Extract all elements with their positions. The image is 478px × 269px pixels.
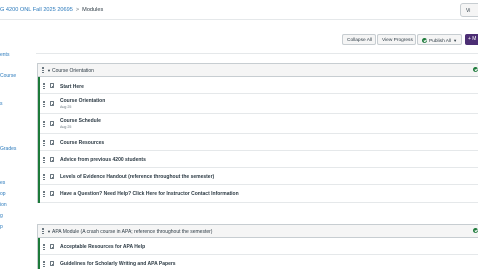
drag-handle-icon[interactable] <box>43 83 45 89</box>
view-as-button[interactable]: Vi <box>460 3 478 17</box>
caret-down-icon[interactable]: ▼ <box>47 229 51 234</box>
module-header[interactable]: ▼ Course Orientation <box>38 64 478 77</box>
module-item[interactable]: Acceptable Resources for APA Help <box>40 238 478 255</box>
nav-item-grades[interactable]: Grades <box>0 146 16 152</box>
nav-item-ion[interactable]: ion <box>0 202 7 208</box>
drag-handle-icon[interactable] <box>42 67 44 73</box>
publish-all-label: Publish All <box>429 39 452 44</box>
nav-item-op[interactable]: op <box>0 191 6 197</box>
caret-down-icon[interactable]: ▼ <box>47 68 51 73</box>
page-icon <box>50 101 54 106</box>
drag-handle-icon[interactable] <box>43 261 45 267</box>
view-progress-label: View Progress <box>382 38 413 43</box>
nav-item-p[interactable]: p <box>0 224 3 230</box>
module-items: Start Here Course Orientation Aug 25 Cou… <box>38 77 478 203</box>
module-item-title[interactable]: Levels of Evidence Handout (reference th… <box>60 174 214 180</box>
module-item-date: Aug 25 <box>60 105 72 109</box>
module-item-date: Aug 25 <box>60 125 72 129</box>
drag-handle-icon[interactable] <box>43 174 45 180</box>
published-check-icon[interactable] <box>473 67 478 72</box>
drag-handle-icon[interactable] <box>43 101 45 107</box>
nav-item-s[interactable]: s <box>0 101 3 107</box>
drag-handle-icon[interactable] <box>42 228 44 234</box>
module-item[interactable]: Levels of Evidence Handout (reference th… <box>40 168 478 185</box>
module-item-title[interactable]: Advice from previous 4200 students <box>60 157 146 163</box>
drag-handle-icon[interactable] <box>43 191 45 197</box>
drag-handle-icon[interactable] <box>43 121 45 127</box>
breadcrumb: G 4200 ONL Fall 2025 20695 > Modules <box>0 7 103 13</box>
breadcrumb-separator: > <box>75 7 80 13</box>
module-item-title[interactable]: Course Schedule <box>60 118 101 124</box>
drag-handle-icon[interactable] <box>43 157 45 163</box>
module-item-title[interactable]: Course Resources <box>60 140 104 146</box>
breadcrumb-course-link[interactable]: G 4200 ONL Fall 2025 20695 <box>0 7 73 13</box>
module-item[interactable]: Advice from previous 4200 students <box>40 151 478 168</box>
module-item[interactable]: Course Schedule Aug 25 <box>40 114 478 134</box>
module-item-title[interactable]: Course Orientation <box>60 98 105 104</box>
collapse-all-button[interactable]: Collapse All <box>342 34 376 45</box>
collapse-all-label: Collapse All <box>347 38 373 43</box>
nav-item-assignments[interactable]: ents <box>0 52 9 58</box>
view-progress-button[interactable]: View Progress <box>377 34 416 45</box>
module-items: Acceptable Resources for APA Help Guidel… <box>38 238 478 269</box>
module-item-title[interactable]: Guidelines for Scholarly Writing and APA… <box>60 261 176 267</box>
module-item[interactable]: Course Resources <box>40 134 478 151</box>
page-icon <box>50 191 54 196</box>
module-item-title[interactable]: Acceptable Resources for APA Help <box>60 244 145 250</box>
module-apa: ▼ APA Module (A crash course in APA; ref… <box>37 224 478 269</box>
nav-item-es[interactable]: es <box>0 180 5 186</box>
module-item[interactable]: Start Here <box>40 77 478 94</box>
module-item[interactable]: Have a Question? Need Help? Click Here f… <box>40 185 478 203</box>
page-icon <box>50 121 54 126</box>
page-icon <box>50 244 54 249</box>
module-item[interactable]: Guidelines for Scholarly Writing and APA… <box>40 255 478 269</box>
page-icon <box>50 157 54 162</box>
toolbar-divider <box>36 53 478 54</box>
nav-item-course[interactable]: Course <box>0 73 16 79</box>
course-nav: ents Course s Grades es op ion g p <box>0 20 20 269</box>
page-icon <box>50 261 54 266</box>
published-check-icon <box>422 38 427 43</box>
top-bar: G 4200 ONL Fall 2025 20695 > Modules Vi <box>0 0 478 20</box>
module-header[interactable]: ▼ APA Module (A crash course in APA; ref… <box>38 225 478 238</box>
module-course-orientation: ▼ Course Orientation Start Here Course O… <box>37 63 478 203</box>
nav-item-g[interactable]: g <box>0 213 3 219</box>
published-check-icon[interactable] <box>473 228 478 233</box>
page-icon <box>50 174 54 179</box>
module-title: APA Module (A crash course in APA; refer… <box>52 229 213 235</box>
module-item[interactable]: Course Orientation Aug 25 <box>40 94 478 114</box>
drag-handle-icon[interactable] <box>43 140 45 146</box>
page-icon <box>50 83 54 88</box>
module-item-title[interactable]: Start Here <box>60 84 84 90</box>
page-icon <box>50 140 54 145</box>
publish-all-button[interactable]: Publish All ▼ <box>417 34 462 45</box>
chevron-down-icon: ▼ <box>453 38 458 43</box>
add-module-button[interactable]: + M <box>465 34 478 45</box>
module-title: Course Orientation <box>52 68 94 74</box>
breadcrumb-current: Modules <box>82 7 104 13</box>
drag-handle-icon[interactable] <box>43 244 45 250</box>
module-item-title[interactable]: Have a Question? Need Help? Click Here f… <box>60 191 239 197</box>
